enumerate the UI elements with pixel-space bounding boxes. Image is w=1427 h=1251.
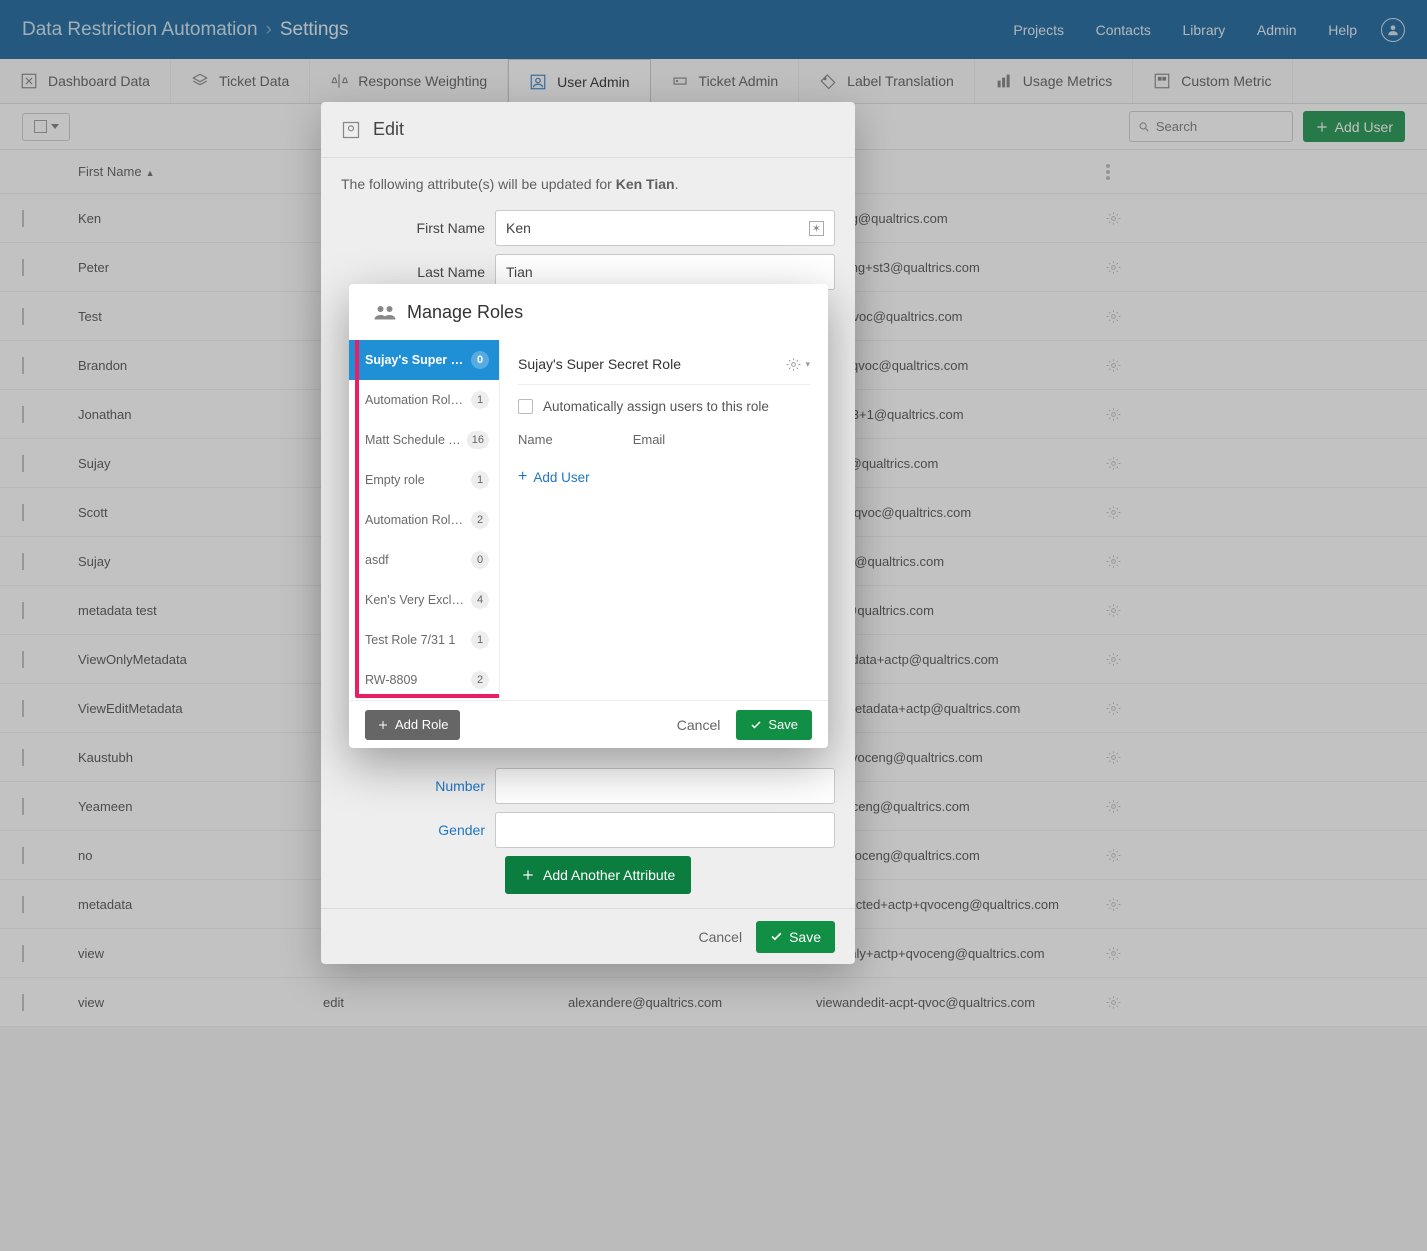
add-user-to-role-button[interactable]: + Add User <box>518 469 810 485</box>
role-count-badge: 0 <box>471 551 489 569</box>
role-item[interactable]: Matt Schedule Tes...16 <box>349 420 499 460</box>
role-name: Automation Role C... <box>365 393 465 407</box>
button-label: Save <box>768 717 798 732</box>
add-role-button[interactable]: Add Role <box>365 710 460 740</box>
role-item[interactable]: Ken's Very Exclusiv... 4 <box>349 580 499 620</box>
role-count-badge: 1 <box>471 471 489 489</box>
role-name: Automation Role B... <box>365 513 465 527</box>
button-label: Save <box>789 929 821 945</box>
gender-input[interactable] <box>495 812 835 848</box>
role-item[interactable]: asdf 0 <box>349 540 499 580</box>
modal-intro: The following attribute(s) will be updat… <box>341 176 835 192</box>
number-label[interactable]: Number <box>341 778 495 794</box>
roles-list: Sujay's Super Secr... 0 Automation Role C.… <box>349 340 500 700</box>
plus-icon <box>377 719 389 731</box>
gender-label[interactable]: Gender <box>341 822 495 838</box>
edit-cancel-button[interactable]: Cancel <box>698 929 742 945</box>
column-name: Name <box>518 432 553 447</box>
roles-cancel-button[interactable]: Cancel <box>677 717 721 733</box>
role-name: asdf <box>365 553 389 567</box>
edit-save-button[interactable]: Save <box>756 921 835 953</box>
role-count-badge: 16 <box>467 431 489 449</box>
role-settings-button[interactable]: ▾ <box>786 357 810 372</box>
add-another-attribute-button[interactable]: Add Another Attribute <box>505 856 691 894</box>
check-icon <box>770 930 783 943</box>
contact-card-icon: ✶ <box>809 221 824 236</box>
modal-title: Edit <box>373 119 404 140</box>
role-name: Sujay's Super Secr... <box>365 353 465 367</box>
auto-assign-checkbox[interactable] <box>518 399 533 414</box>
role-count-badge: 1 <box>471 391 489 409</box>
role-name: Ken's Very Exclusiv... <box>365 593 465 607</box>
role-count-badge: 1 <box>471 631 489 649</box>
role-count-badge: 4 <box>471 591 489 609</box>
first-name-label: First Name <box>341 220 495 236</box>
users-icon <box>373 302 397 322</box>
plus-icon <box>521 868 535 882</box>
role-count-badge: 0 <box>471 351 489 369</box>
button-label: Add Another Attribute <box>543 867 675 883</box>
chevron-down-icon: ▾ <box>805 359 810 370</box>
last-name-label: Last Name <box>341 264 495 280</box>
role-item[interactable]: RW-8809 2 <box>349 660 499 700</box>
gear-icon <box>786 357 801 372</box>
role-item[interactable]: Test Role 7/31 1 1 <box>349 620 499 660</box>
first-name-input[interactable]: Ken✶ <box>495 210 835 246</box>
user-edit-icon <box>341 120 361 140</box>
role-name: RW-8809 <box>365 673 417 687</box>
role-name: Empty role <box>365 473 425 487</box>
button-label: Add Role <box>395 717 448 732</box>
button-label: Add User <box>533 470 589 485</box>
auto-assign-label: Automatically assign users to this role <box>543 399 769 414</box>
check-icon <box>750 719 762 731</box>
selected-role-title: Sujay's Super Secret Role <box>518 356 681 372</box>
roles-save-button[interactable]: Save <box>736 710 812 740</box>
role-item[interactable]: Automation Role C... 1 <box>349 380 499 420</box>
role-name: Test Role 7/31 1 <box>365 633 455 647</box>
modal-title: Manage Roles <box>407 302 523 323</box>
role-item[interactable]: Sujay's Super Secr... 0 <box>349 340 499 380</box>
role-item[interactable]: Empty role 1 <box>349 460 499 500</box>
role-item[interactable]: Automation Role B... 2 <box>349 500 499 540</box>
plus-icon: + <box>518 469 527 485</box>
manage-roles-modal: Manage Roles Sujay's Super Secr... 0 Autom… <box>349 284 828 748</box>
role-name: Matt Schedule Tes... <box>365 433 465 447</box>
number-input[interactable] <box>495 768 835 804</box>
role-count-badge: 2 <box>471 671 489 689</box>
column-email: Email <box>633 432 666 447</box>
role-count-badge: 2 <box>471 511 489 529</box>
